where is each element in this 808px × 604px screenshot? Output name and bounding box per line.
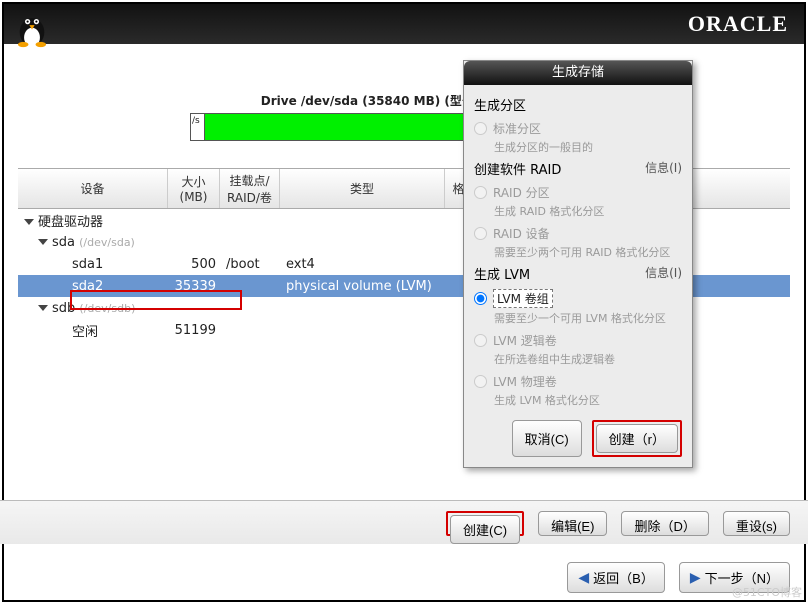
col-type[interactable]: 类型 bbox=[280, 169, 445, 208]
back-button[interactable]: ◀ 返回（B） bbox=[567, 562, 664, 593]
dialog-cancel-button[interactable]: 取消(C) bbox=[512, 420, 582, 457]
opt-raid-device: RAID 设备 bbox=[474, 225, 682, 242]
watermark: @51CTO博客 bbox=[732, 584, 802, 600]
opt-lvm-lv: LVM 逻辑卷 bbox=[474, 332, 682, 349]
hint-standard: 生成分区的一般目的 bbox=[494, 139, 682, 155]
section-partition: 生成分区 bbox=[474, 95, 682, 114]
hint-lvm-vg: 需要至少一个可用 LVM 格式化分区 bbox=[494, 310, 682, 326]
radio-lvm-lv bbox=[474, 334, 487, 347]
hint-lvm-pv: 生成 LVM 格式化分区 bbox=[494, 392, 682, 408]
edit-button[interactable]: 编辑(E) bbox=[538, 511, 607, 536]
radio-standard bbox=[474, 122, 487, 135]
dialog-title: 生成存储 bbox=[464, 61, 692, 85]
oracle-logo: ORACLE bbox=[688, 11, 788, 37]
expander-icon[interactable] bbox=[38, 305, 48, 311]
radio-raid-part bbox=[474, 186, 487, 199]
section-lvm: 生成 LVM 信息(I) bbox=[474, 264, 682, 283]
tux-icon bbox=[10, 4, 54, 48]
arrow-left-icon: ◀ bbox=[578, 569, 589, 586]
radio-lvm-pv bbox=[474, 375, 487, 388]
hint-raid-dev: 需要至少两个可用 RAID 格式化分区 bbox=[494, 244, 682, 260]
radio-lvm-vg[interactable] bbox=[474, 292, 487, 305]
opt-lvm-vg[interactable]: LVM 卷组 bbox=[474, 289, 682, 308]
expander-icon[interactable] bbox=[38, 239, 48, 245]
annotation-highlight: 创建(C) bbox=[446, 511, 524, 536]
nav-row: ◀ 返回（B） ▶ 下一步（N） bbox=[0, 554, 808, 603]
reset-button[interactable]: 重设(s) bbox=[723, 511, 790, 536]
radio-raid-dev bbox=[474, 227, 487, 240]
hint-lvm-lv: 在所选卷组中生成逻辑卷 bbox=[494, 351, 682, 367]
expander-icon[interactable] bbox=[24, 219, 34, 225]
col-mount[interactable]: 挂载点/ RAID/卷 bbox=[220, 169, 280, 208]
opt-lvm-pv: LVM 物理卷 bbox=[474, 373, 682, 390]
col-size[interactable]: 大小 (MB) bbox=[168, 169, 220, 208]
col-device[interactable]: 设备 bbox=[18, 169, 168, 208]
opt-standard-partition: 标准分区 bbox=[474, 120, 682, 137]
section-raid: 创建软件 RAID 信息(I) bbox=[474, 159, 682, 178]
hint-raid-part: 生成 RAID 格式化分区 bbox=[494, 203, 682, 219]
delete-button[interactable]: 删除（D） bbox=[621, 511, 708, 536]
drive-seg-small: /s bbox=[191, 114, 205, 140]
opt-raid-partition: RAID 分区 bbox=[474, 184, 682, 201]
create-storage-dialog: 生成存储 生成分区 标准分区 生成分区的一般目的 创建软件 RAID 信息(I)… bbox=[463, 60, 693, 468]
lvm-info-link[interactable]: 信息(I) bbox=[645, 264, 682, 283]
create-button[interactable]: 创建(C) bbox=[450, 515, 520, 544]
action-row: 创建(C) 编辑(E) 删除（D） 重设(s) bbox=[0, 500, 808, 544]
arrow-right-icon: ▶ bbox=[690, 569, 701, 586]
raid-info-link[interactable]: 信息(I) bbox=[645, 159, 682, 178]
header-bar: ORACLE bbox=[4, 4, 804, 44]
dialog-create-button[interactable]: 创建（r） bbox=[596, 424, 678, 453]
annotation-highlight: 创建（r） bbox=[592, 420, 682, 457]
